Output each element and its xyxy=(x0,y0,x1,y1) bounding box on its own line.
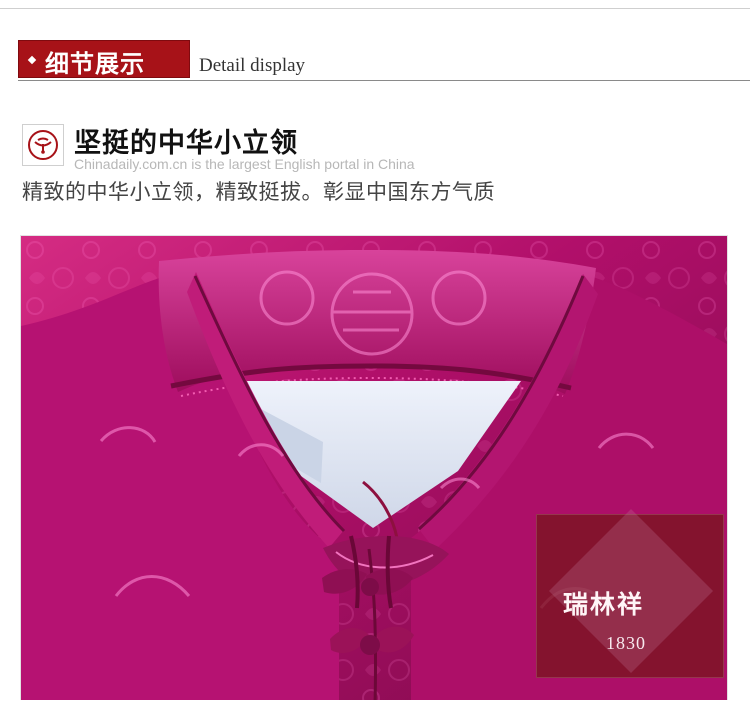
header-badge: 细节展示 xyxy=(18,40,190,78)
bottom-spacing xyxy=(0,700,750,707)
page-header: 细节展示 Detail display xyxy=(0,40,750,82)
collar-icon xyxy=(22,124,64,166)
brand-name: 瑞林祥 xyxy=(563,590,645,619)
brand-year: 1830 xyxy=(606,633,646,653)
section-caption: Chinadaily.com.cn is the largest English… xyxy=(74,156,415,172)
header-diamond-icon xyxy=(27,55,37,65)
section-description: 精致的中华小立领，精致挺拔。彰显中国东方气质 xyxy=(22,180,495,204)
header-divider xyxy=(18,80,750,81)
brand-watermark: 瑞林祥 1830 xyxy=(536,508,724,678)
section-title: 坚挺的中华小立领 xyxy=(74,128,298,159)
header-title: 细节展示 xyxy=(45,50,145,78)
top-rule xyxy=(0,8,750,9)
header-subtitle: Detail display xyxy=(199,55,306,76)
